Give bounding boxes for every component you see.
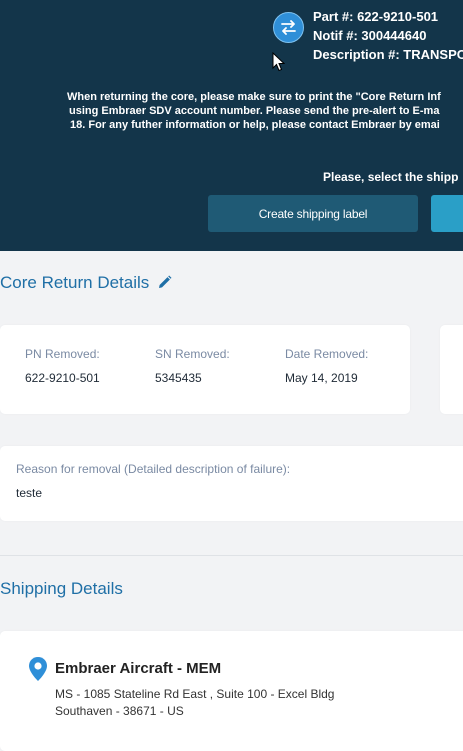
shipping-address-line-1: MS - 1085 Stateline Rd East , Suite 100 …	[55, 687, 335, 701]
create-shipping-label-button[interactable]: Create shipping label	[208, 195, 418, 232]
select-shipping-prompt: Please, select the shipp	[323, 170, 459, 184]
pn-removed-label: PN Removed:	[25, 347, 100, 361]
core-return-title: Core Return Details	[0, 273, 150, 292]
date-removed-label: Date Removed:	[285, 347, 369, 361]
section-divider	[0, 555, 463, 556]
notif-number: Notif #: 300444640	[313, 28, 427, 43]
reason-card: Reason for removal (Detailed description…	[0, 446, 463, 521]
reason-value: teste	[16, 486, 43, 500]
pn-removed-value: 622-9210-501	[25, 371, 100, 385]
shipping-address-line-2: Southaven - 38671 - US	[55, 704, 184, 718]
secondary-shipping-button[interactable]	[431, 195, 463, 232]
core-return-header: Part #: 622-9210-501 Notif #: 300444640 …	[0, 0, 463, 251]
notice-line-2: using Embraer SDV account number. Please…	[69, 105, 440, 117]
notice-line-3: 18. For any futher information or help, …	[70, 119, 440, 131]
swap-arrows-icon[interactable]	[273, 12, 304, 43]
pencil-icon[interactable]	[157, 275, 172, 290]
map-pin-icon	[29, 657, 47, 681]
shipping-details-title: Shipping Details	[0, 579, 123, 598]
description: Description #: TRANSPO	[313, 47, 463, 62]
side-card	[440, 325, 463, 414]
sn-removed-label: SN Removed:	[155, 347, 230, 361]
removal-info-card: PN Removed: 622-9210-501 SN Removed: 534…	[0, 325, 410, 414]
part-number: Part #: 622-9210-501	[313, 9, 439, 24]
date-removed-value: May 14, 2019	[285, 371, 358, 385]
mouse-cursor-icon	[272, 52, 285, 72]
reason-label: Reason for removal (Detailed description…	[16, 462, 291, 476]
shipping-destination-name: Embraer Aircraft - MEM	[55, 660, 222, 677]
notice-line-1: When returning the core, please make sur…	[67, 91, 441, 103]
sn-removed-value: 5345435	[155, 371, 202, 385]
